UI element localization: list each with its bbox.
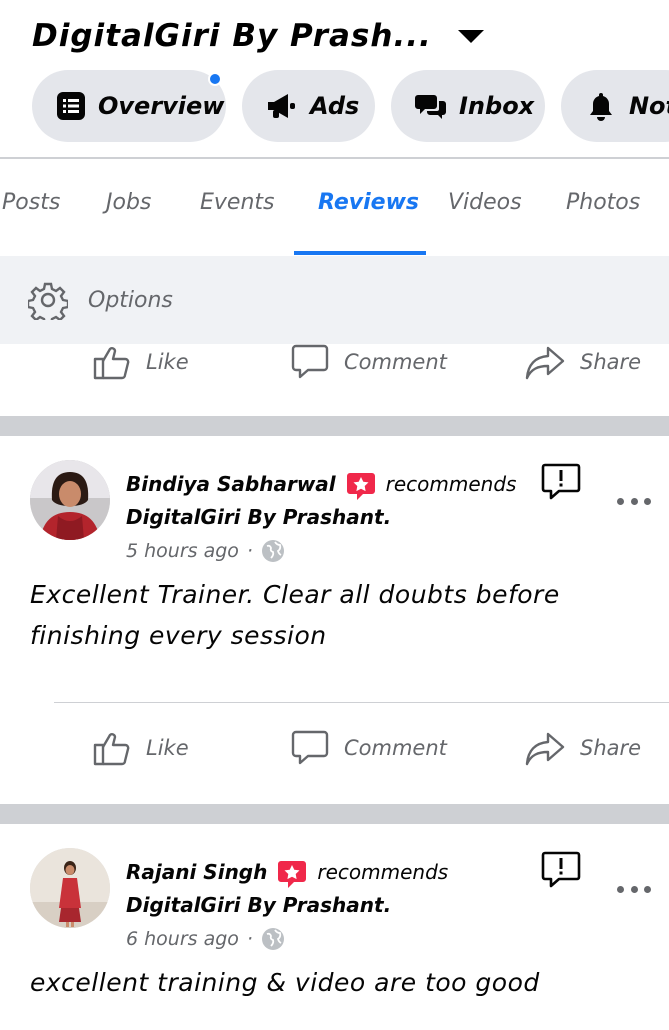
share-button[interactable]: Share (524, 718, 641, 778)
avatar[interactable] (30, 848, 110, 928)
recommend-icon (278, 860, 307, 888)
review-post: Rajani Singh recommends DigitalGiri By Pr… (0, 824, 669, 1030)
ads-button[interactable]: Ads (242, 70, 375, 142)
recommended-page[interactable]: DigitalGiri By Prashant. (126, 889, 546, 921)
post-actions: Like Comment Share (0, 718, 669, 778)
more-options-icon[interactable] (617, 884, 651, 894)
globe-icon (261, 539, 284, 562)
tab-photos[interactable]: Photos (566, 190, 640, 215)
bell-icon (585, 90, 617, 122)
thumbs-up-icon (93, 733, 130, 766)
overview-label: Overview (98, 92, 225, 120)
active-tab-indicator (294, 251, 426, 255)
review-meta: Bindiya Sabharwal recommends DigitalGiri … (126, 468, 546, 567)
page-switcher[interactable]: DigitalGiri By Prash... (32, 14, 484, 58)
recommend-icon (346, 472, 375, 500)
admin-shortcuts: Overview Ads Inbox Not (32, 70, 669, 142)
review-post: Bindiya Sabharwal recommends DigitalGiri … (0, 436, 669, 802)
comment-button[interactable]: Comment (290, 332, 447, 392)
options-label: Options (88, 287, 173, 313)
notifications-button[interactable]: Not (561, 70, 669, 142)
separator-dot: · (246, 539, 253, 562)
comment-icon (291, 730, 329, 765)
page-title: DigitalGiri By Prash... (32, 18, 432, 54)
review-text: excellent training & video are too good (30, 968, 540, 997)
share-label: Share (580, 736, 642, 760)
page-header: DigitalGiri By Prash... Overview Ads Inb… (0, 0, 669, 158)
share-icon (525, 346, 565, 380)
timestamp[interactable]: 6 hours ago (126, 923, 239, 955)
inbox-label: Inbox (459, 92, 535, 120)
comment-icon (291, 344, 329, 379)
reviewer-name[interactable]: Bindiya Sabharwal (126, 472, 336, 496)
like-button[interactable]: Like (92, 332, 189, 392)
reviewer-name[interactable]: Rajani Singh (126, 860, 267, 884)
options-button[interactable]: Options (0, 256, 669, 344)
globe-icon (261, 927, 284, 950)
separator-dot: · (246, 927, 253, 950)
tab-reviews[interactable]: Reviews (318, 190, 419, 215)
post-separator (0, 416, 669, 436)
tab-videos[interactable]: Videos (448, 190, 522, 215)
report-icon[interactable] (541, 462, 581, 502)
megaphone-icon (266, 90, 298, 122)
thumbs-up-icon (93, 347, 130, 380)
post-divider (54, 702, 669, 703)
recommended-page[interactable]: DigitalGiri By Prashant. (126, 501, 546, 533)
recommends-text: recommends (385, 472, 517, 496)
tab-posts[interactable]: Posts (2, 190, 60, 215)
like-button[interactable]: Like (92, 718, 189, 778)
share-label: Share (580, 350, 642, 374)
share-icon (525, 732, 565, 766)
post-time: 6 hours ago · (126, 923, 546, 955)
post-separator (0, 804, 669, 824)
messages-icon (415, 90, 447, 122)
comment-label: Comment (344, 350, 447, 374)
post-actions: Like Comment Share (0, 332, 669, 392)
ads-label: Ads (310, 92, 360, 120)
timestamp[interactable]: 5 hours ago (126, 535, 239, 567)
avatar[interactable] (30, 460, 110, 540)
post-time: 5 hours ago · (126, 535, 546, 567)
list-icon (56, 90, 86, 122)
page-tabs: Posts Jobs Events Reviews Videos Photos (0, 160, 669, 256)
review-meta: Rajani Singh recommends DigitalGiri By Pr… (126, 856, 546, 955)
more-options-icon[interactable] (617, 496, 651, 506)
tab-events[interactable]: Events (200, 190, 275, 215)
recommends-text: recommends (317, 860, 449, 884)
comment-label: Comment (344, 736, 447, 760)
review-text: Excellent Trainer. Clear all doubts befo… (30, 580, 560, 650)
header-divider (0, 157, 669, 159)
report-icon[interactable] (541, 850, 581, 890)
inbox-button[interactable]: Inbox (391, 70, 545, 142)
tab-jobs[interactable]: Jobs (106, 190, 151, 215)
notification-dot (208, 72, 222, 86)
comment-button[interactable]: Comment (290, 718, 447, 778)
gear-icon (28, 282, 68, 320)
overview-button[interactable]: Overview (32, 70, 226, 142)
like-label: Like (146, 350, 189, 374)
share-button[interactable]: Share (524, 332, 641, 392)
caret-down-icon[interactable] (457, 29, 484, 43)
notifications-label: Not (628, 92, 669, 120)
like-label: Like (146, 736, 189, 760)
